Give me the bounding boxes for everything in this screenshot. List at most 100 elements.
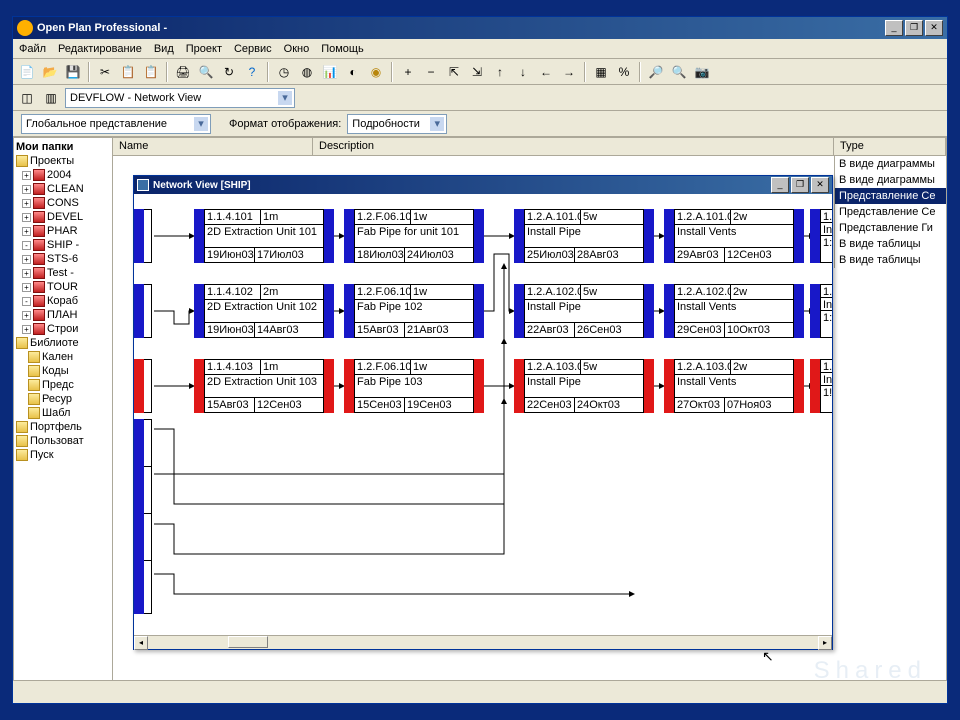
menu-view[interactable]: Вид: [154, 43, 174, 55]
col-name[interactable]: Name: [113, 138, 313, 155]
network-node[interactable]: 1.1.4.1022m2D Extraction Unit 10219Июн03…: [194, 284, 334, 338]
chart-icon[interactable]: 📊: [320, 62, 340, 82]
tree-item[interactable]: -Кораб: [16, 294, 110, 308]
maximize-button[interactable]: ❐: [905, 20, 923, 36]
network-canvas[interactable]: 1.1.4.1011m2D Extraction Unit 10119Июн03…: [134, 194, 832, 635]
network-node[interactable]: 1.2.A.103.065wInstall Pipe22Сен0324Окт03: [514, 359, 654, 413]
network-node-partial[interactable]: 1.In1!: [810, 359, 832, 413]
tree-item[interactable]: Портфель: [16, 420, 110, 434]
scroll-thumb[interactable]: [228, 636, 268, 648]
tree-item[interactable]: Коды: [16, 364, 110, 378]
network-node[interactable]: 1.1.4.1011m2D Extraction Unit 10119Июн03…: [194, 209, 334, 263]
tree-item[interactable]: Шабл: [16, 406, 110, 420]
inner-close-button[interactable]: ✕: [811, 177, 829, 193]
left-icon[interactable]: ←: [536, 62, 556, 82]
plus-icon[interactable]: +: [398, 62, 418, 82]
network-node-partial[interactable]: 1.In1:: [810, 209, 832, 263]
inner-min-button[interactable]: _: [771, 177, 789, 193]
network-node[interactable]: 1.2.A.102.065wInstall Pipe22Авг0326Сен03: [514, 284, 654, 338]
inner-max-button[interactable]: ❐: [791, 177, 809, 193]
clock-icon[interactable]: ◷: [274, 62, 294, 82]
tree-item[interactable]: Пуск: [16, 448, 110, 462]
type-row[interactable]: Представление Ги: [835, 220, 946, 236]
tree-panel[interactable]: Мои папки Проекты +2004+CLEAN+CONS+DEVEL…: [13, 137, 113, 681]
find-icon[interactable]: 🔍: [669, 62, 689, 82]
refresh-icon[interactable]: ↻: [219, 62, 239, 82]
grid-icon[interactable]: ▦: [591, 62, 611, 82]
network-node[interactable]: 1.1.4.1031m2D Extraction Unit 10315Авг03…: [194, 359, 334, 413]
cut-icon[interactable]: ✂: [95, 62, 115, 82]
minus-icon[interactable]: −: [421, 62, 441, 82]
print-icon[interactable]: 🖨: [173, 62, 193, 82]
percent-icon[interactable]: %: [614, 62, 634, 82]
network-node[interactable]: 1.2.F.06.1011wFab Pipe for unit 10118Июл…: [344, 209, 484, 263]
close-button[interactable]: ✕: [925, 20, 943, 36]
tree-item[interactable]: Ресур: [16, 392, 110, 406]
preview-icon[interactable]: 🔍: [196, 62, 216, 82]
network-node[interactable]: 1.2.F.06.1031wFab Pipe 10315Сен0319Сен03: [344, 359, 484, 413]
tree-item[interactable]: Предс: [16, 378, 110, 392]
network-node[interactable]: 1.2.A.102.092wInstall Vents29Сен0310Окт0…: [664, 284, 804, 338]
tree-item[interactable]: +STS-6: [16, 252, 110, 266]
view-dropdown[interactable]: DEVFLOW - Network View: [65, 88, 295, 108]
paste-icon[interactable]: 📋: [141, 62, 161, 82]
type-row[interactable]: В виде диаграммы: [835, 156, 946, 172]
menu-project[interactable]: Проект: [186, 43, 222, 55]
type-row[interactable]: В виде таблицы: [835, 236, 946, 252]
tree-item[interactable]: Кален: [16, 350, 110, 364]
col-type[interactable]: Type: [834, 138, 946, 155]
h-scrollbar[interactable]: ◂ ▸: [134, 635, 832, 649]
menu-edit[interactable]: Редактирование: [58, 43, 142, 55]
right-icon[interactable]: →: [559, 62, 579, 82]
cost-icon[interactable]: ◉: [366, 62, 386, 82]
save-icon[interactable]: 💾: [63, 62, 83, 82]
tree-item[interactable]: +CONS: [16, 196, 110, 210]
tree-item[interactable]: -SHIP -: [16, 238, 110, 252]
titlebar[interactable]: Open Plan Professional - _ ❐ ✕: [13, 17, 947, 39]
col-desc[interactable]: Description: [313, 138, 834, 155]
network-node[interactable]: 1.2.A.101.092wInstall Vents29Авг0312Сен0…: [664, 209, 804, 263]
collapse-icon[interactable]: ⇲: [467, 62, 487, 82]
resource-icon[interactable]: ◐: [343, 62, 363, 82]
tree-item[interactable]: +PHAR: [16, 224, 110, 238]
global-view-dropdown[interactable]: Глобальное представление: [21, 114, 211, 134]
copy-icon[interactable]: 📋: [118, 62, 138, 82]
tree-item[interactable]: +ПЛАН: [16, 308, 110, 322]
type-row[interactable]: Представление Се: [835, 188, 946, 204]
up-icon[interactable]: ↑: [490, 62, 510, 82]
menu-service[interactable]: Сервис: [234, 43, 272, 55]
format-dropdown[interactable]: Подробности: [347, 114, 447, 134]
tree-item[interactable]: +Строи: [16, 322, 110, 336]
type-row[interactable]: Представление Се: [835, 204, 946, 220]
tree-item[interactable]: +2004: [16, 168, 110, 182]
network-node-partial[interactable]: 1.In1:: [810, 284, 832, 338]
expand-icon[interactable]: ⇱: [444, 62, 464, 82]
tree-item[interactable]: +CLEAN: [16, 182, 110, 196]
tree-item[interactable]: +DEVEL: [16, 210, 110, 224]
zoom-icon[interactable]: 🔎: [646, 62, 666, 82]
type-row[interactable]: В виде таблицы: [835, 252, 946, 268]
tree-item[interactable]: +TOUR: [16, 280, 110, 294]
network-node[interactable]: 1.2.A.101.065wInstall Pipe25Июл0328Авг03: [514, 209, 654, 263]
scroll-right-button[interactable]: ▸: [818, 636, 832, 650]
network-node[interactable]: 1.2.A.103.092wInstall Vents27Окт0307Ноя0…: [664, 359, 804, 413]
network-node[interactable]: 1.2.F.06.1021wFab Pipe 10215Авг0321Авг03: [344, 284, 484, 338]
open-icon[interactable]: 📂: [40, 62, 60, 82]
tree-projects[interactable]: Проекты: [30, 155, 74, 167]
view-icon-2[interactable]: ▥: [41, 88, 61, 108]
down-icon[interactable]: ↓: [513, 62, 533, 82]
new-icon[interactable]: 📄: [17, 62, 37, 82]
inner-titlebar[interactable]: Network View [SHIP] _ ❐ ✕: [134, 176, 832, 194]
tree-item[interactable]: +Test -: [16, 266, 110, 280]
menu-window[interactable]: Окно: [284, 43, 310, 55]
view-icon-1[interactable]: ◫: [17, 88, 37, 108]
scroll-left-button[interactable]: ◂: [134, 636, 148, 650]
camera-icon[interactable]: 📷: [692, 62, 712, 82]
minimize-button[interactable]: _: [885, 20, 903, 36]
menu-help[interactable]: Помощь: [321, 43, 364, 55]
type-row[interactable]: В виде диаграммы: [835, 172, 946, 188]
tree-item[interactable]: Пользоват: [16, 434, 110, 448]
menu-file[interactable]: Файл: [19, 43, 46, 55]
tree-library[interactable]: Библиоте: [30, 337, 79, 349]
help-icon[interactable]: ?: [242, 62, 262, 82]
